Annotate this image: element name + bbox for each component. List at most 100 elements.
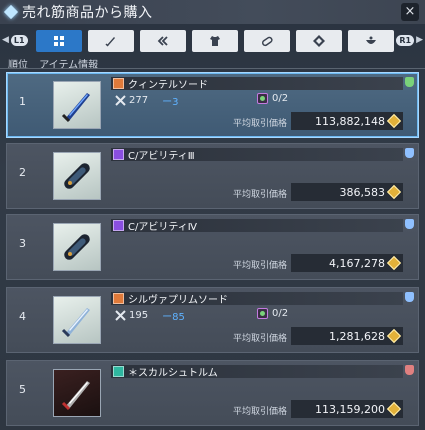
shirt-icon (210, 36, 220, 46)
l1-label: L1 (10, 34, 28, 46)
category-icon (113, 220, 124, 231)
item-name-bar: C/アビリティⅣ (111, 219, 403, 233)
rank-number: 5 (19, 383, 26, 396)
list-item[interactable]: 5 ＊スカルシュトルム 平均取引価格 113,159,200 (6, 360, 419, 426)
price-box: 4,167,278 (291, 254, 403, 272)
item-thumbnail (53, 152, 101, 200)
list-item[interactable]: 3 C/アビリティⅣ 平均取引価格 4,167,278 (6, 214, 419, 280)
slot-icon (257, 93, 268, 104)
chevron-right-icon: ▶ (416, 35, 423, 45)
close-button[interactable]: × (401, 3, 419, 21)
price-box: 113,159,200 (291, 400, 403, 418)
coin-icon (386, 255, 402, 271)
price-label: 平均取引価格 (232, 119, 287, 129)
r1-shoulder-button[interactable]: R1 ▶ (396, 31, 425, 49)
sword-blue-icon (61, 93, 90, 123)
capsule-icon (64, 163, 90, 189)
item-name: C/アビリティⅣ (128, 222, 197, 233)
tab-material[interactable] (296, 30, 342, 52)
grid-icon (54, 36, 64, 46)
diamond-icon (3, 4, 19, 20)
rarity-badge-icon (405, 148, 414, 158)
coin-icon (386, 401, 402, 417)
double-chevron-icon (157, 36, 168, 46)
slot-info: 0/2 (257, 308, 288, 319)
price-value: 1,281,628 (329, 329, 385, 343)
tab-sword[interactable] (88, 30, 134, 52)
price-label: 平均取引価格 (232, 334, 287, 344)
item-name-bar: シルヴァプリムソード (111, 292, 403, 306)
rank-column-header: 順位 (8, 60, 28, 71)
coin-icon (386, 328, 402, 344)
item-stats: 195 ー85 (115, 308, 185, 323)
list-item[interactable]: 2 C/アビリティⅢ 平均取引価格 386,583 (6, 143, 419, 209)
slot-icon (257, 308, 268, 319)
rarity-badge-icon (405, 365, 414, 375)
crossed-swords-icon (115, 95, 126, 106)
refine-value: ー3 (162, 97, 179, 108)
capsule-icon (64, 234, 90, 260)
attack-value: 277 (129, 95, 149, 106)
item-thumbnail (53, 223, 101, 271)
item-name-bar: ＊スカルシュトルム (111, 365, 403, 379)
tab-armor[interactable] (192, 30, 238, 52)
item-thumbnail (53, 81, 101, 129)
tab-ability[interactable] (140, 30, 186, 52)
item-name: ＊スカルシュトルム (128, 368, 218, 379)
item-name-bar: クィンテルソード (111, 77, 403, 91)
category-icon (113, 293, 124, 304)
item-stats: 277 ー3 (115, 93, 178, 108)
window-title: 売れ筋商品から購入 (22, 5, 153, 21)
price-value: 386,583 (339, 185, 386, 199)
sword-icon (105, 37, 115, 47)
list-item[interactable]: 4 シルヴァプリムソード 195 ー85 0/2 平均取引価格 1,281,62… (6, 287, 419, 353)
rank-number: 1 (19, 95, 26, 108)
chevron-left-icon: ◀ (2, 35, 9, 45)
price-value: 113,159,200 (315, 402, 385, 416)
header-divider (0, 68, 425, 69)
l1-shoulder-button[interactable]: ◀ L1 (0, 31, 28, 49)
r1-label: R1 (396, 34, 415, 46)
tab-capsule[interactable] (244, 30, 290, 52)
slot-info: 0/2 (257, 93, 288, 104)
item-name-bar: C/アビリティⅢ (111, 148, 403, 162)
sword-silver-icon (61, 308, 90, 338)
price-box: 1,281,628 (291, 327, 403, 345)
item-column-header: アイテム情報 (39, 60, 99, 71)
bowl-icon (366, 36, 376, 44)
diamond-pattern-icon (313, 35, 325, 47)
price-box: 113,882,148 (291, 112, 403, 130)
coin-icon (386, 184, 402, 200)
price-value: 4,167,278 (329, 256, 385, 270)
rank-number: 3 (19, 237, 26, 250)
capsule-icon (261, 36, 273, 47)
item-name: クィンテルソード (128, 80, 208, 91)
price-label: 平均取引価格 (232, 190, 287, 200)
slot-count: 0/2 (272, 308, 289, 319)
tab-consumable[interactable] (348, 30, 394, 52)
rarity-badge-icon (405, 292, 414, 302)
rarity-badge-icon (405, 219, 414, 229)
rank-number: 2 (19, 166, 26, 179)
crossed-swords-icon (115, 310, 126, 321)
rarity-badge-icon (405, 77, 414, 87)
title-bar: 売れ筋商品から購入 × (0, 0, 425, 24)
category-tab-bar: ◀ L1 R1 ▶ (0, 28, 425, 54)
price-box: 386,583 (291, 183, 403, 201)
item-thumbnail (53, 369, 101, 417)
price-value: 113,882,148 (315, 114, 385, 128)
tab-all[interactable] (36, 30, 82, 52)
category-icon (113, 78, 124, 89)
list-item[interactable]: 1 クィンテルソード 277 ー3 0/2 平均取引価格 113,882,148 (6, 72, 419, 138)
item-name: シルヴァプリムソード (128, 295, 228, 306)
attack-value: 195 (129, 310, 149, 321)
price-label: 平均取引価格 (232, 407, 287, 417)
price-label: 平均取引価格 (232, 261, 287, 271)
category-icon (113, 149, 124, 160)
rank-number: 4 (19, 310, 26, 323)
refine-value: ー85 (162, 312, 185, 323)
item-name: C/アビリティⅢ (128, 151, 195, 162)
category-icon (113, 366, 124, 377)
coin-icon (386, 113, 402, 129)
slot-count: 0/2 (272, 93, 289, 104)
